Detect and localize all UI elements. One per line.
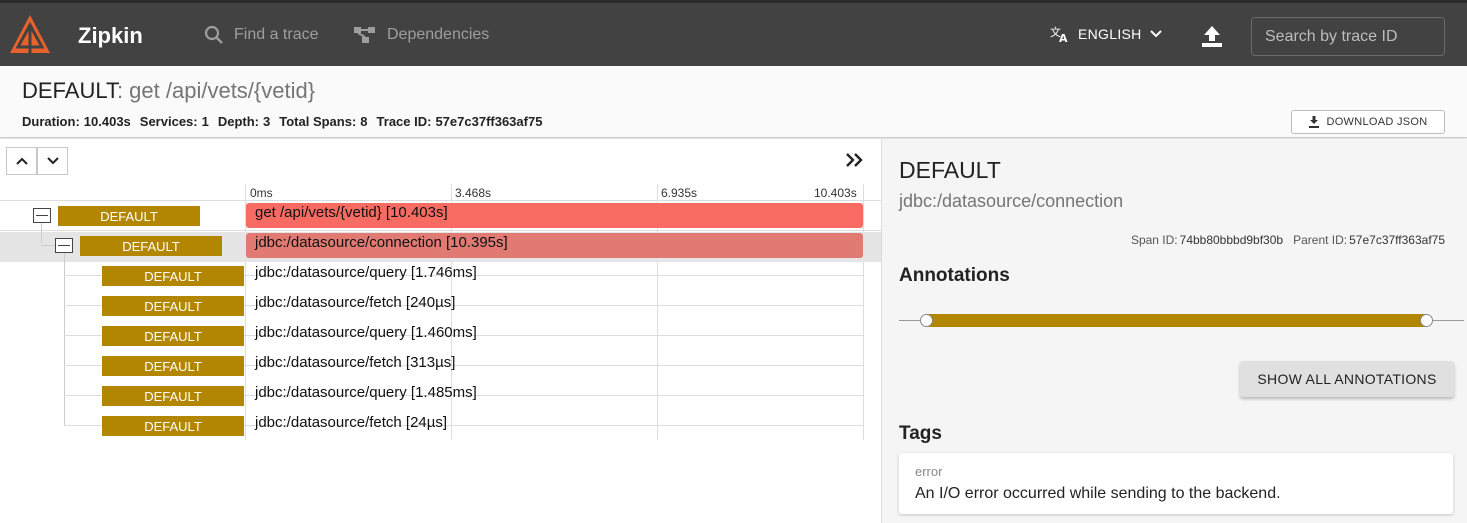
stat-duration: Duration: 10.403s bbox=[22, 114, 131, 129]
annotation-marker[interactable] bbox=[1420, 314, 1433, 327]
timeline-gridline bbox=[863, 184, 864, 440]
span-name[interactable]: jdbc:/datasource/fetch [313µs] bbox=[255, 354, 455, 371]
span-name[interactable]: jdbc:/datasource/connection [10.395s] bbox=[255, 234, 508, 251]
svg-text:A: A bbox=[1059, 32, 1068, 43]
tag-card: error An I/O error occurred while sendin… bbox=[899, 453, 1453, 514]
chevron-up-icon bbox=[15, 157, 28, 165]
annotations-heading: Annotations bbox=[899, 265, 1010, 286]
service-badge: DEFAULT bbox=[102, 416, 244, 436]
upload-icon[interactable] bbox=[1199, 23, 1225, 49]
nav-dependencies[interactable]: Dependencies bbox=[353, 25, 489, 45]
detail-span-name: jdbc:/datasource/connection bbox=[899, 191, 1124, 211]
service-badge: DEFAULT bbox=[102, 296, 244, 316]
trace-title: DEFAULT: get /api/vets/{vetid} bbox=[22, 78, 315, 104]
stat-value: 57e7c37ff363af75 bbox=[435, 114, 543, 129]
parent-id: Parent ID: 57e7c37ff363af75 bbox=[1293, 233, 1445, 247]
timeline-tick-label: 6.935s bbox=[661, 186, 698, 200]
span-name[interactable]: jdbc:/datasource/query [1.485ms] bbox=[255, 384, 477, 401]
trace-title-service: DEFAULT bbox=[22, 78, 117, 103]
service-badge: DEFAULT bbox=[80, 236, 222, 256]
span-name[interactable]: jdbc:/datasource/query [1.460ms] bbox=[255, 324, 477, 341]
stat-total-spans: Total Spans: 8 bbox=[279, 114, 367, 129]
chevron-down-icon bbox=[1149, 30, 1162, 38]
expand-down-button[interactable] bbox=[37, 147, 68, 175]
collapse-toggle[interactable] bbox=[55, 238, 73, 253]
top-app-bar: Zipkin Find a trace Dependencies 文 A ENG… bbox=[0, 0, 1467, 66]
stat-services: Services: 1 bbox=[140, 114, 209, 129]
stat-label: Services: bbox=[139, 114, 198, 129]
service-badge: DEFAULT bbox=[102, 266, 244, 286]
tree-connector bbox=[64, 253, 65, 425]
annotation-marker[interactable] bbox=[920, 314, 933, 327]
stat-label: Duration: bbox=[22, 114, 80, 129]
span-timeline-panel: 0ms 3.468s 6.935s 10.403s DEFAULT get /a… bbox=[0, 139, 881, 523]
translate-icon: 文 A bbox=[1050, 25, 1068, 43]
service-badge: DEFAULT bbox=[102, 326, 244, 346]
timeline-header-divider bbox=[0, 200, 881, 201]
service-badge: DEFAULT bbox=[58, 206, 200, 226]
chevron-down-icon bbox=[46, 157, 59, 165]
trace-title-root-span: : get /api/vets/{vetid} bbox=[116, 78, 316, 103]
tag-key: error bbox=[915, 464, 943, 479]
trace-id-search-input[interactable] bbox=[1251, 17, 1445, 56]
timeline-tick-label: 0ms bbox=[250, 186, 273, 200]
tree-connector bbox=[41, 223, 42, 243]
dependencies-icon bbox=[354, 27, 375, 43]
collapse-toggle[interactable] bbox=[33, 208, 51, 223]
span-name[interactable]: jdbc:/datasource/fetch [24µs] bbox=[255, 414, 447, 431]
row-divider bbox=[0, 230, 881, 231]
stat-label: Trace ID: bbox=[376, 114, 432, 129]
span-id: Span ID: 74bb80bbbd9bf30b bbox=[1131, 233, 1283, 247]
span-name[interactable]: get /api/vets/{vetid} [10.403s] bbox=[255, 204, 448, 221]
parent-id-label: Parent ID: bbox=[1293, 233, 1348, 247]
stat-value: 10.403s bbox=[83, 114, 131, 129]
detail-ids: Span ID: 74bb80bbbd9bf30b Parent ID: 57e7c… bbox=[1131, 233, 1445, 247]
tag-value: An I/O error occurred while sending to t… bbox=[915, 485, 1281, 502]
download-json-label: DOWNLOAD JSON bbox=[1326, 116, 1428, 128]
search-icon bbox=[204, 25, 223, 44]
span-id-value: 74bb80bbbd9bf30b bbox=[1179, 233, 1284, 247]
annotation-span-bar bbox=[926, 314, 1427, 327]
stat-trace-id: Trace ID: 57e7c37ff363af75 bbox=[377, 114, 543, 129]
nav-dependencies-label: Dependencies bbox=[387, 26, 490, 43]
stat-value: 3 bbox=[263, 114, 271, 129]
detail-service-name: DEFAULT bbox=[899, 157, 1001, 183]
tree-connector bbox=[41, 245, 56, 246]
timeline-tick-label: 10.403s bbox=[814, 186, 857, 200]
span-detail-panel: DEFAULT jdbc:/datasource/connection Span… bbox=[881, 139, 1467, 523]
span-name[interactable]: jdbc:/datasource/query [1.746ms] bbox=[255, 264, 477, 281]
trace-summary-header: DEFAULT: get /api/vets/{vetid} Duration:… bbox=[0, 66, 1467, 138]
parent-id-value: 57e7c37ff363af75 bbox=[1349, 233, 1445, 247]
nav-find-trace[interactable]: Find a trace bbox=[204, 25, 318, 45]
expand-up-button[interactable] bbox=[6, 147, 37, 175]
stat-label: Depth: bbox=[217, 114, 260, 129]
zipkin-logo-icon[interactable] bbox=[8, 13, 52, 57]
language-label: ENGLISH bbox=[1078, 26, 1142, 42]
span-id-label: Span ID: bbox=[1130, 233, 1178, 247]
stat-label: Total Spans: bbox=[279, 114, 357, 129]
tags-heading: Tags bbox=[899, 423, 942, 444]
stat-value: 8 bbox=[360, 114, 368, 129]
nav-find-trace-label: Find a trace bbox=[234, 26, 319, 43]
service-badge: DEFAULT bbox=[102, 386, 244, 406]
download-icon bbox=[1309, 116, 1320, 128]
download-json-button[interactable]: DOWNLOAD JSON bbox=[1291, 110, 1445, 134]
language-selector[interactable]: 文 A ENGLISH bbox=[1050, 25, 1162, 43]
service-badge: DEFAULT bbox=[102, 356, 244, 376]
timeline-tick-label: 3.468s bbox=[455, 186, 492, 200]
stat-depth: Depth: 3 bbox=[218, 114, 270, 129]
stat-value: 1 bbox=[201, 114, 209, 129]
trace-stats: Duration: 10.403s Services: 1 Depth: 3 Tota… bbox=[22, 114, 542, 129]
span-name[interactable]: jdbc:/datasource/fetch [240µs] bbox=[255, 294, 455, 311]
collapse-panel-icon[interactable] bbox=[844, 151, 864, 169]
app-name[interactable]: Zipkin bbox=[78, 23, 143, 49]
show-all-annotations-button[interactable]: SHOW ALL ANNOTATIONS bbox=[1240, 361, 1454, 397]
